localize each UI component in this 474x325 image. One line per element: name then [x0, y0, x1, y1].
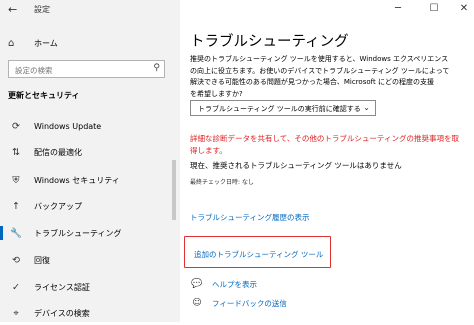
- feedback-link-row[interactable]: ☺ フィードバックの送信: [190, 296, 390, 310]
- sidebar-item-delivery-optimization[interactable]: ⇅ 配信の最適化: [0, 140, 180, 164]
- history-link[interactable]: トラブルシューティング履歴の表示: [190, 212, 310, 223]
- section-title: 更新とセキュリティ: [8, 91, 80, 100]
- chevron-down-icon: ⌄: [363, 103, 370, 112]
- description-text: 推奨のトラブルシューティング ツールを使用すると、Windows エクスペリエン…: [190, 54, 468, 100]
- page-title: トラブルシューティング: [190, 34, 349, 50]
- sidebar-item-windows-update[interactable]: ⟳ Windows Update: [0, 114, 180, 138]
- feedback-icon: ☺: [192, 298, 202, 308]
- delivery-icon: ⇅: [12, 146, 20, 158]
- sidebar-item-windows-security[interactable]: ⛨ Windows セキュリティ: [0, 168, 180, 192]
- sidebar-item-find-device[interactable]: ⌖ デバイスの検索: [0, 301, 180, 325]
- sidebar-item-troubleshoot[interactable]: 🔧 トラブルシューティング: [0, 221, 180, 245]
- last-run-text: 最終チェック日時: なし: [190, 179, 254, 186]
- feedback-link[interactable]: フィードバックの送信: [212, 298, 287, 309]
- backup-icon: ↑: [12, 200, 20, 212]
- home-icon: ⌂: [8, 37, 15, 49]
- sidebar-item-label: ライセンス認証: [34, 282, 90, 292]
- dropdown-value: トラブルシューティング ツールの実行前に確認する: [198, 105, 361, 113]
- active-indicator: [0, 226, 3, 240]
- sidebar-item-backup[interactable]: ↑ バックアップ: [0, 194, 180, 218]
- search-placeholder: 設定の検索: [15, 66, 53, 75]
- minimize-icon[interactable]: ─: [386, 2, 410, 16]
- home-nav-item[interactable]: ⌂ ホーム: [8, 36, 58, 50]
- help-link-row[interactable]: 💬 ヘルプを表示: [190, 277, 390, 291]
- sidebar-item-label: トラブルシューティング: [34, 228, 122, 238]
- recovery-icon: ⟲: [12, 254, 20, 266]
- help-link[interactable]: ヘルプを表示: [212, 279, 257, 290]
- troubleshoot-preference-dropdown[interactable]: トラブルシューティング ツールの実行前に確認する ⌄: [190, 100, 376, 116]
- main-content: トラブルシューティング 推奨のトラブルシューティング ツールを使用すると、Win…: [180, 0, 474, 322]
- sidebar-item-label: デバイスの検索: [34, 308, 90, 318]
- diagnostic-data-warning-link[interactable]: 詳細な診断データを共有して、その他のトラブルシューティングの推奨事項を取 得しま…: [190, 133, 474, 157]
- description-line: 解決できる可能性のある問題が見つかった場合、Microsoft にどの程度の支援: [190, 78, 434, 86]
- settings-search-box[interactable]: 設定の検索 ⚲: [8, 60, 165, 78]
- sidebar-item-label: Windows セキュリティ: [34, 175, 120, 185]
- description-line: の向上に役立ちます。お使いのデバイスでトラブルシューティング ツールによって: [190, 66, 450, 75]
- description-line: を希望しますか?: [190, 89, 243, 98]
- back-arrow-icon[interactable]: ←: [8, 3, 17, 16]
- sidebar-item-activation[interactable]: ✓ ライセンス認証: [0, 275, 180, 299]
- status-text: 現在、推奨されるトラブルシューティング ツールはありません: [190, 161, 402, 170]
- sidebar-scrollbar[interactable]: [172, 160, 176, 220]
- window-title: 設定: [34, 5, 50, 14]
- sidebar-item-recovery[interactable]: ⟲ 回復: [0, 248, 180, 272]
- maximize-icon[interactable]: ☐: [422, 2, 446, 16]
- warning-line: 得します。: [190, 146, 227, 155]
- refresh-icon: ⟳: [12, 120, 20, 132]
- additional-troubleshooters-link[interactable]: 追加のトラブルシューティング ツール: [194, 249, 323, 260]
- chat-icon: 💬: [191, 279, 203, 289]
- activation-icon: ✓: [12, 281, 20, 293]
- sidebar-item-label: バックアップ: [34, 201, 82, 211]
- search-icon[interactable]: ⚲: [153, 63, 160, 73]
- wrench-icon: 🔧: [10, 227, 22, 239]
- locate-icon: ⌖: [13, 307, 19, 319]
- close-icon[interactable]: ✕: [452, 2, 474, 16]
- title-bar: ← 設定 ─ ☐ ✕: [0, 0, 474, 20]
- description-line: 推奨のトラブルシューティング ツールを使用すると、Windows エクスペリエン…: [190, 55, 449, 63]
- warning-line: 詳細な診断データを共有して、その他のトラブルシューティングの推奨事項を取: [190, 134, 459, 143]
- sidebar-item-label: Windows Update: [34, 121, 102, 131]
- shield-icon: ⛨: [12, 174, 20, 186]
- sidebar: ⌂ ホーム 設定の検索 ⚲ 更新とセキュリティ ⟳ Windows Update…: [0, 0, 180, 322]
- sidebar-item-label: 回復: [34, 255, 50, 265]
- sidebar-item-label: 配信の最適化: [34, 147, 82, 157]
- home-label: ホーム: [34, 38, 58, 48]
